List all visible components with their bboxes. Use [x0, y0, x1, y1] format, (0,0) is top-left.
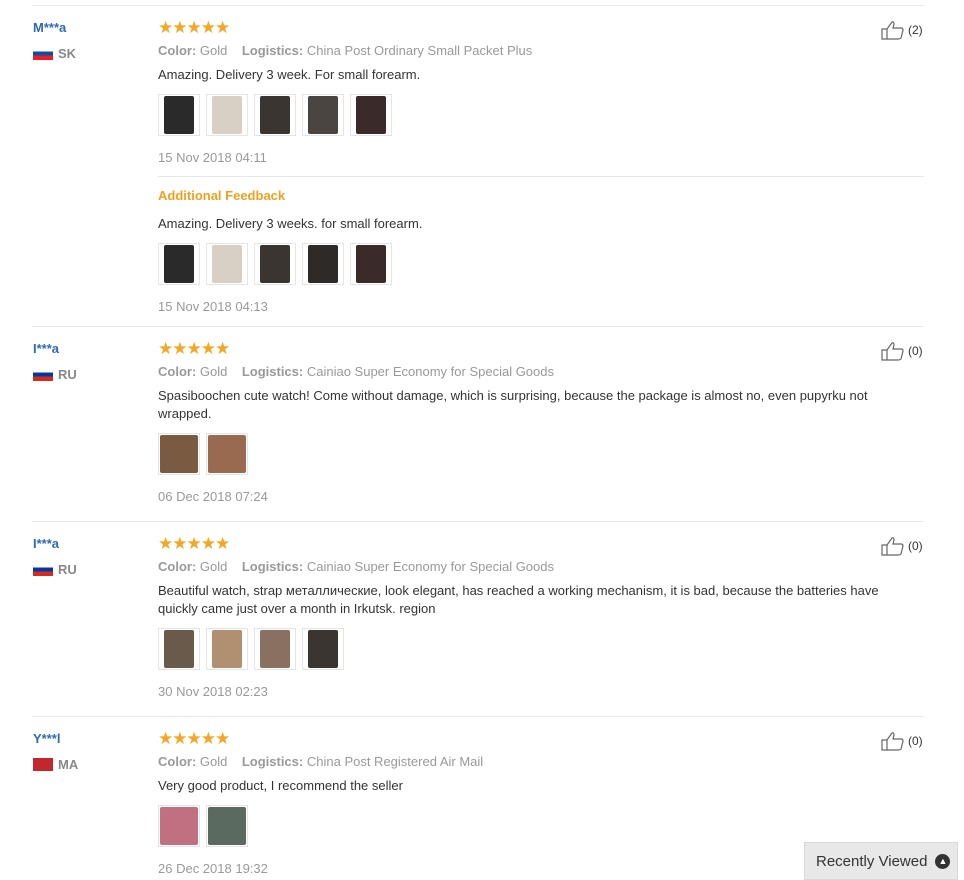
divider [32, 521, 924, 522]
reviewer-country: SK [33, 46, 76, 61]
thumbs-up-icon [881, 537, 904, 556]
review-image[interactable] [206, 243, 248, 285]
additional-feedback-title: Additional Feedback [158, 188, 286, 203]
flag-icon [33, 368, 53, 381]
recently-viewed-label: Recently Viewed [816, 852, 928, 870]
reviewer-name[interactable]: I***a [33, 536, 59, 551]
review-text: Very good product, I recommend the selle… [158, 778, 403, 793]
review-date: 06 Dec 2018 07:24 [158, 489, 268, 504]
review-image[interactable] [206, 805, 248, 847]
top-divider [32, 5, 924, 6]
reviewer-name[interactable]: M***a [33, 20, 66, 35]
helpful-button[interactable]: (0) [881, 341, 923, 361]
review-image[interactable] [158, 628, 200, 670]
review-images [158, 433, 248, 475]
review-image[interactable] [302, 94, 344, 136]
review-images [158, 628, 344, 670]
review-image[interactable] [302, 243, 344, 285]
thumbs-up-icon [881, 732, 904, 751]
reviewer-name[interactable]: I***a [33, 341, 59, 356]
review-image[interactable] [350, 94, 392, 136]
chevron-up-icon: ▲ [935, 853, 951, 869]
star-rating: ★★★★★ [158, 729, 230, 748]
review-image[interactable] [350, 243, 392, 285]
review-meta: Color: Gold Logistics: China Post Ordina… [158, 43, 533, 58]
reviewer-name[interactable]: Y***l [33, 731, 60, 746]
review-meta: Color: Gold Logistics: Cainiao Super Eco… [158, 559, 554, 574]
helpful-button[interactable]: (0) [881, 731, 923, 751]
review-image[interactable] [158, 805, 200, 847]
star-rating: ★★★★★ [158, 339, 230, 358]
divider [32, 326, 924, 327]
review-images [158, 805, 248, 847]
review-image[interactable] [206, 433, 248, 475]
thumbs-up-icon [881, 21, 904, 40]
review-text: Beautiful watch, strap металлические, lo… [158, 583, 879, 616]
helpful-button[interactable]: (2) [881, 20, 923, 40]
review-image[interactable] [302, 628, 344, 670]
review-images [158, 94, 392, 136]
additional-feedback-date: 15 Nov 2018 04:13 [158, 299, 268, 314]
star-rating: ★★★★★ [158, 18, 230, 37]
review-meta: Color: Gold Logistics: China Post Regist… [158, 754, 484, 769]
additional-feedback-images [158, 243, 392, 285]
recently-viewed-button[interactable]: Recently Viewed ▲ [804, 842, 958, 880]
review-image[interactable] [254, 94, 296, 136]
divider [158, 176, 924, 177]
review-image[interactable] [254, 628, 296, 670]
review-text: Amazing. Delivery 3 week. For small fore… [158, 67, 421, 82]
review-date: 15 Nov 2018 04:11 [158, 150, 267, 165]
star-rating: ★★★★★ [158, 534, 230, 553]
review-image[interactable] [254, 243, 296, 285]
review-image[interactable] [206, 94, 248, 136]
review-image[interactable] [158, 94, 200, 136]
divider [32, 716, 924, 717]
reviewer-country: RU [33, 367, 77, 382]
review-image[interactable] [158, 433, 200, 475]
review-image[interactable] [206, 628, 248, 670]
review-meta: Color: Gold Logistics: Cainiao Super Eco… [158, 364, 554, 379]
review-text: Spasiboochen cute watch! Come without da… [158, 388, 868, 421]
review-image[interactable] [158, 243, 200, 285]
reviewer-country: RU [33, 562, 77, 577]
helpful-button[interactable]: (0) [881, 536, 923, 556]
flag-icon [33, 563, 53, 576]
review-date: 26 Dec 2018 19:32 [158, 861, 268, 876]
thumbs-up-icon [881, 342, 904, 361]
flag-icon [33, 47, 53, 60]
additional-feedback-text: Amazing. Delivery 3 weeks. for small for… [158, 216, 423, 231]
flag-icon [33, 758, 53, 771]
review-date: 30 Nov 2018 02:23 [158, 684, 268, 699]
reviewer-country: MA [33, 757, 78, 772]
